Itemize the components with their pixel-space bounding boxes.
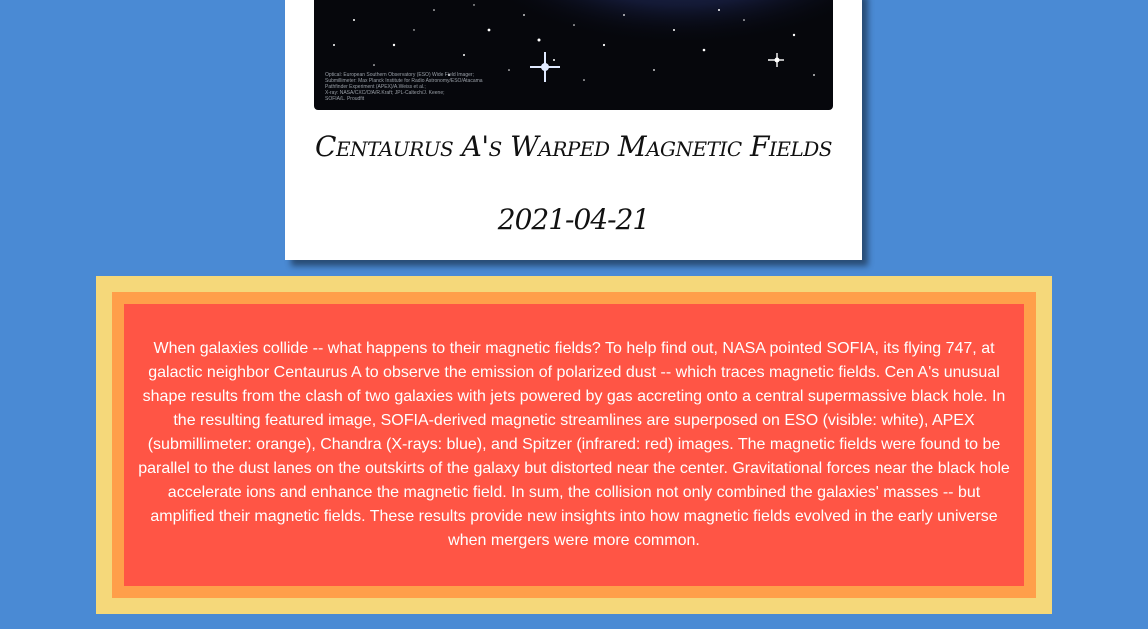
credit-line-5: SOFIA/L. Proudfit: [325, 96, 365, 102]
explanation-panel: When galaxies collide -- what happens to…: [124, 304, 1024, 586]
galaxy-image-graphic: Optical: European Southern Observatory (…: [314, 0, 833, 110]
apod-date: 2021-04-21: [497, 203, 650, 236]
apod-card: Optical: European Southern Observatory (…: [285, 0, 862, 260]
explanation-frame-outer: When galaxies collide -- what happens to…: [96, 276, 1052, 614]
apod-title: Centaurus A's Warped Magnetic Fields: [315, 130, 832, 163]
page: Optical: European Southern Observatory (…: [0, 0, 1148, 629]
apod-explanation: When galaxies collide -- what happens to…: [138, 340, 1010, 549]
explanation-frame-middle: When galaxies collide -- what happens to…: [112, 292, 1036, 598]
astronomy-image[interactable]: Optical: European Southern Observatory (…: [314, 0, 833, 110]
